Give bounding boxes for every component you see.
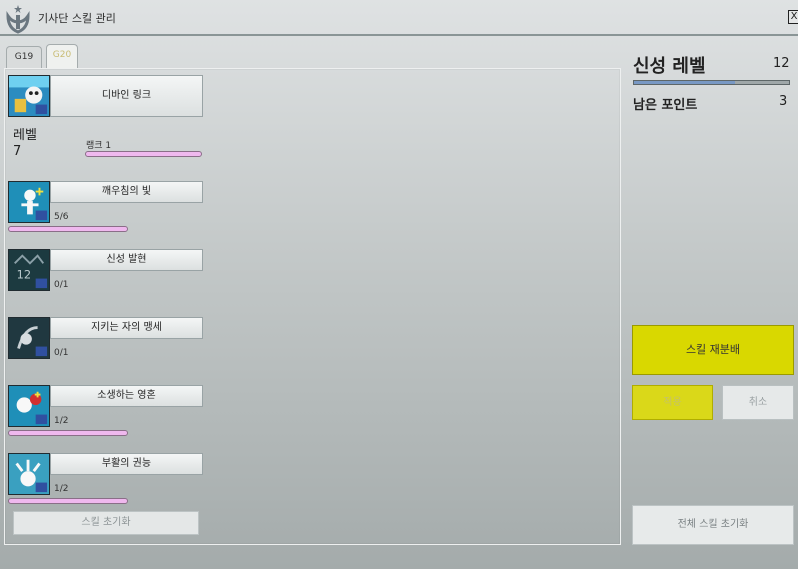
- rank-label: 랭크 1: [86, 141, 112, 151]
- tab-g19[interactable]: G19: [6, 46, 42, 68]
- divine-level-label: 신성 레벨: [633, 56, 706, 77]
- skill-bar-reviving-soul: [8, 430, 128, 436]
- skill-level-guardian-oath: 0/1: [54, 348, 69, 358]
- skill-button-resurrection[interactable]: 부활의 권능: [50, 453, 203, 475]
- svg-text:12: 12: [17, 268, 32, 282]
- reset-all-button[interactable]: 전체 스킬 초기화: [632, 505, 794, 545]
- skill-bar-resurrection: [8, 498, 128, 504]
- tab-g20[interactable]: G20: [46, 44, 78, 68]
- skill-button-light[interactable]: 깨우침의 빛: [50, 181, 203, 203]
- divine-level-value: 12: [773, 56, 790, 71]
- level-label: 레벨: [13, 128, 37, 143]
- reviving-soul-skill-icon: [8, 385, 50, 427]
- skill-button-guardian-oath[interactable]: 지키는 자의 맹세: [50, 317, 203, 339]
- rank-progress-bar: [85, 151, 202, 157]
- title-bar: 기사단 스킬 관리 X: [0, 0, 798, 36]
- window-title: 기사단 스킬 관리: [38, 12, 116, 25]
- skill-level-holy-manifest: 0/1: [54, 280, 69, 290]
- cancel-button[interactable]: 취소: [722, 385, 794, 420]
- divine-link-icon: [8, 75, 50, 117]
- skill-reset-button[interactable]: 스킬 초기화: [13, 511, 199, 535]
- remaining-points-label: 남은 포인트: [633, 98, 698, 113]
- divine-level-progress-fill: [634, 81, 735, 84]
- skill-level-reviving-soul: 1/2: [54, 416, 69, 426]
- close-button[interactable]: X: [788, 10, 798, 24]
- apply-button[interactable]: 적용: [632, 385, 713, 420]
- level-display: 레벨 7: [13, 128, 37, 160]
- holy-manifest-skill-icon: 12: [8, 249, 50, 291]
- light-skill-icon: [8, 181, 50, 223]
- divine-level-progress: [633, 80, 790, 85]
- guild-emblem-icon: [4, 2, 32, 34]
- skill-bar-light: [8, 226, 128, 232]
- skill-level-light: 5/6: [54, 212, 69, 222]
- resurrection-skill-icon: [8, 453, 50, 495]
- skill-button-reviving-soul[interactable]: 소생하는 영혼: [50, 385, 203, 407]
- skill-button-holy-manifest[interactable]: 신성 발현: [50, 249, 203, 271]
- remaining-points-value: 3: [779, 94, 788, 109]
- redistribute-button[interactable]: 스킬 재분배: [632, 325, 794, 375]
- skill-level-resurrection: 1/2: [54, 484, 69, 494]
- guardian-oath-skill-icon: [8, 317, 50, 359]
- level-value: 7: [13, 144, 22, 159]
- divine-link-button[interactable]: 디바인 링크: [50, 75, 203, 117]
